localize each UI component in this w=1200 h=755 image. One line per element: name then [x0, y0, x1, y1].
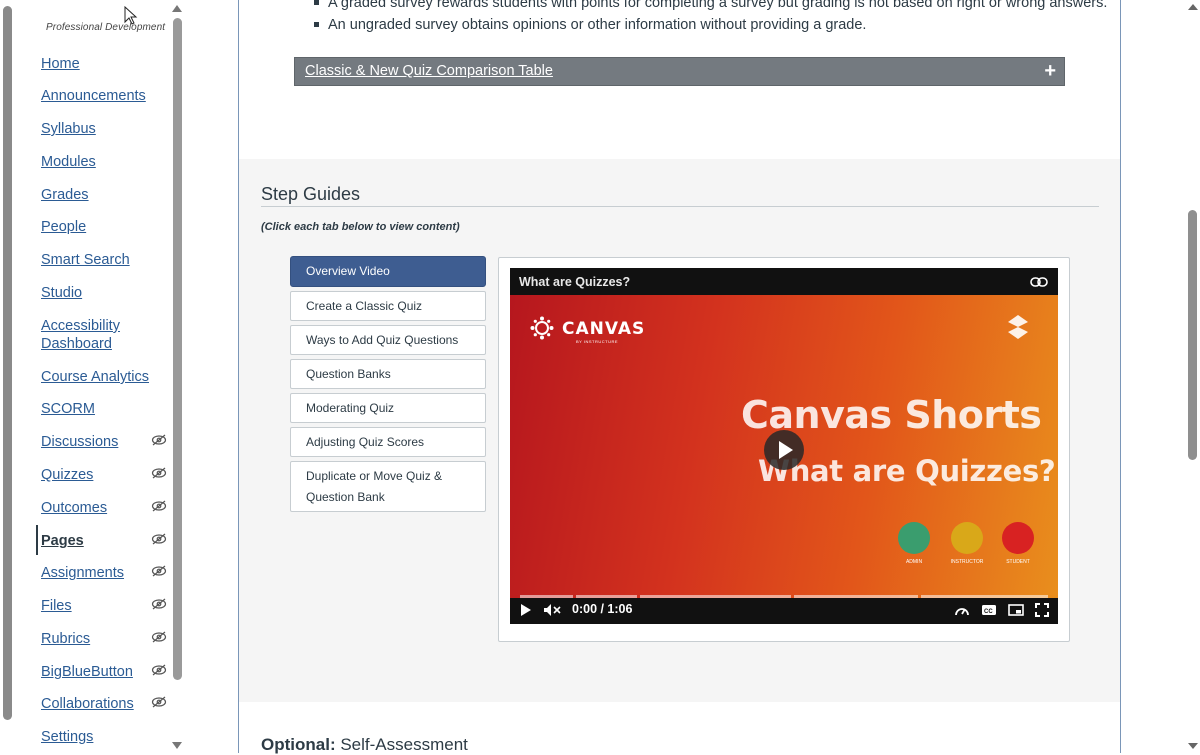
nav-item-course-analytics[interactable]: Course Analytics	[41, 368, 169, 386]
canvas-logo-icon	[530, 316, 554, 340]
video-title-bar: What are Quizzes?	[510, 268, 1058, 295]
role-label: INSTRUCTOR	[950, 559, 984, 565]
tab-adjusting-quiz-scores[interactable]: Adjusting Quiz Scores	[290, 427, 486, 457]
course-name: Professional Development	[46, 22, 166, 33]
nav-item-discussions[interactable]: Discussions	[41, 433, 169, 451]
nav-item-announcements[interactable]: Announcements	[41, 87, 169, 105]
volume-icon[interactable]	[543, 603, 561, 617]
active-nav-indicator	[36, 525, 38, 555]
eye-slash-icon	[151, 598, 167, 610]
instructor-role-icon	[951, 522, 983, 554]
canvas-logo-text: CANVAS	[562, 319, 646, 339]
tab-create-classic-quiz[interactable]: Create a Classic Quiz	[290, 291, 486, 321]
play-button[interactable]	[764, 430, 804, 470]
divider	[261, 206, 1099, 207]
page-scroll-down-arrow[interactable]	[1188, 743, 1198, 749]
nav-scroll-down-arrow[interactable]	[172, 742, 182, 749]
eye-slash-icon	[151, 696, 167, 708]
role-label: ADMIN	[905, 559, 923, 565]
nav-item-bigbluebutton[interactable]: BigBlueButton	[41, 663, 169, 681]
nav-item-files[interactable]: Files	[41, 597, 169, 615]
nav-item-syllabus[interactable]: Syllabus	[41, 120, 169, 138]
nav-item-modules[interactable]: Modules	[41, 153, 169, 171]
mouse-cursor-icon	[124, 6, 138, 25]
course-navigation: Professional Development Home Announceme…	[0, 0, 186, 753]
nav-item-grades[interactable]: Grades	[41, 186, 169, 204]
eye-slash-icon	[151, 467, 167, 479]
nav-item-assignments[interactable]: Assignments	[41, 564, 169, 582]
tab-overview-video[interactable]: Overview Video	[290, 256, 486, 287]
page-scroll-up-arrow[interactable]	[1188, 4, 1198, 10]
play-icon[interactable]	[520, 603, 532, 617]
tab-moderating-quiz[interactable]: Moderating Quiz	[290, 393, 486, 423]
nav-item-quizzes[interactable]: Quizzes	[41, 466, 169, 484]
nav-item-settings[interactable]: Settings	[41, 728, 169, 746]
eye-slash-icon	[151, 500, 167, 512]
self-assessment-label: Self-Assessment	[335, 735, 468, 754]
nav-item-people[interactable]: People	[41, 218, 169, 236]
eye-slash-icon	[151, 565, 167, 577]
picture-in-picture-icon[interactable]	[1008, 603, 1024, 617]
tab-question-banks[interactable]: Question Banks	[290, 359, 486, 389]
eye-slash-icon	[151, 533, 167, 545]
nav-item-collaborations[interactable]: Collaborations	[41, 695, 169, 713]
nav-item-pages[interactable]: Pages	[41, 532, 169, 550]
nav-item-rubrics[interactable]: Rubrics	[41, 630, 169, 648]
plus-icon[interactable]: +	[1044, 61, 1056, 81]
video-title[interactable]: What are Quizzes?	[519, 275, 630, 289]
student-role-icon	[1002, 522, 1034, 554]
optional-label: Optional:	[261, 735, 336, 754]
optional-self-assessment-heading: Optional: Self-Assessment	[261, 735, 468, 755]
nav-item-outcomes[interactable]: Outcomes	[41, 499, 169, 517]
nav-scroll-up-arrow[interactable]	[172, 5, 182, 12]
video-controls: 0:00 / 1:06 CC	[510, 598, 1058, 624]
captions-icon[interactable]: CC	[981, 603, 997, 617]
comparison-table-accordion[interactable]: Classic & New Quiz Comparison Table +	[294, 57, 1065, 86]
nav-item-studio[interactable]: Studio	[41, 284, 169, 302]
canvas-logo-subtext: BY INSTRUCTURE	[576, 339, 619, 344]
eye-slash-icon	[151, 434, 167, 446]
list-item: An ungraded survey obtains opinions or o…	[312, 14, 1112, 36]
admin-role-icon	[898, 522, 930, 554]
fullscreen-icon[interactable]	[1035, 603, 1049, 617]
step-guides-title: Step Guides	[261, 184, 361, 204]
instructure-logo-icon	[1008, 315, 1028, 339]
svg-text:CC: CC	[984, 609, 993, 615]
video-player[interactable]: What are Quizzes? CANVAS BY INSTRUCTURE …	[510, 268, 1058, 624]
step-guides-hint: (Click each tab below to view content)	[261, 221, 460, 233]
nav-left-scrollbar[interactable]	[3, 6, 12, 720]
accordion-title[interactable]: Classic & New Quiz Comparison Table	[305, 63, 553, 79]
link-icon[interactable]	[1030, 276, 1048, 288]
content-border	[1120, 0, 1121, 753]
eye-slash-icon	[151, 631, 167, 643]
video-subheadline: What are Quizzes?	[758, 454, 1056, 488]
nav-scrollbar-thumb[interactable]	[173, 18, 182, 680]
list-item: A graded survey rewards students with po…	[312, 0, 1112, 14]
nav-item-scorm[interactable]: SCORM	[41, 400, 169, 418]
playback-speed-icon[interactable]	[954, 603, 970, 617]
nav-item-accessibility-dashboard[interactable]: Accessibility Dashboard	[41, 317, 141, 353]
nav-item-home[interactable]: Home	[41, 55, 169, 73]
role-label: STUDENT	[1006, 559, 1030, 565]
page-scrollbar-thumb[interactable]	[1188, 210, 1197, 460]
video-time: 0:00 / 1:06	[572, 602, 633, 616]
nav-item-smart-search[interactable]: Smart Search	[41, 251, 169, 269]
eye-slash-icon	[151, 664, 167, 676]
tab-add-quiz-questions[interactable]: Ways to Add Quiz Questions	[290, 325, 486, 355]
tab-duplicate-move-quiz[interactable]: Duplicate or Move Quiz & Question Bank	[290, 461, 486, 512]
survey-bullet-list: A graded survey rewards students with po…	[312, 0, 1112, 36]
